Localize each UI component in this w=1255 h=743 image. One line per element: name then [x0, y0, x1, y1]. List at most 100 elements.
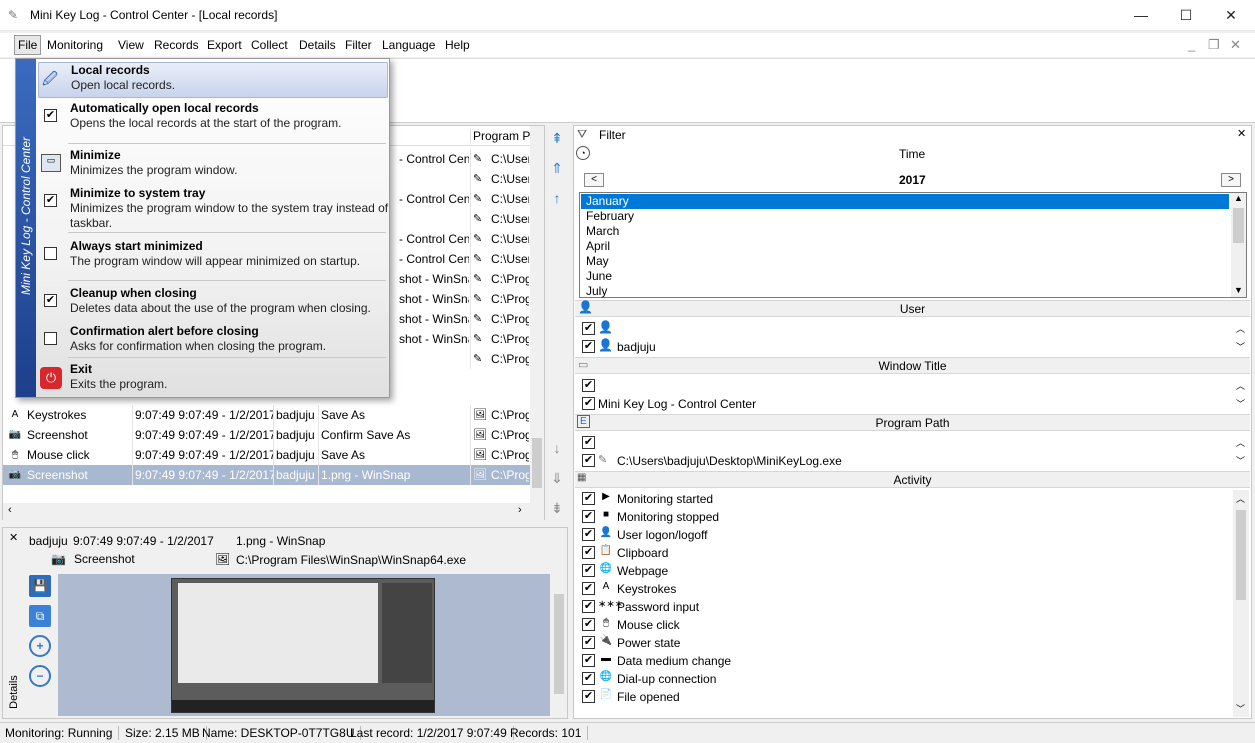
checkbox-unchecked[interactable] [44, 247, 57, 260]
month-list-scrollbar[interactable]: ▲ ▼ [1231, 193, 1246, 297]
prev-year-button[interactable]: < [584, 173, 604, 187]
row-time: 9:07:49 9:07:49 - 1/2/2017 [135, 448, 273, 462]
program-path-checkbox-0[interactable]: ✔ [582, 436, 595, 449]
next-year-button[interactable]: > [1221, 173, 1241, 187]
records-hscrollbar[interactable]: ‹ › [3, 503, 544, 520]
checkbox-checked[interactable]: ✔ [44, 109, 57, 122]
program-icon: ✎ [473, 253, 483, 265]
month-item[interactable]: March [581, 224, 1229, 239]
menu-item-exit[interactable]: ⏻ Exit Exits the program. [38, 362, 388, 394]
scroll-right-icon[interactable]: › [518, 504, 522, 516]
previous-record-icon[interactable]: ↑ [549, 190, 565, 206]
menu-records[interactable]: Records [154, 38, 199, 52]
window-title-checkbox-1[interactable]: ✔ [582, 397, 595, 410]
close-button[interactable]: ✕ [1208, 0, 1254, 31]
copy-icon[interactable]: ⧉ [29, 605, 51, 627]
month-item[interactable]: July [581, 284, 1229, 299]
first-record-icon[interactable]: ⇞ [549, 130, 565, 146]
activity-checkbox[interactable]: ✔ [582, 546, 595, 559]
activity-scrollbar[interactable]: ︿ ﹀ [1233, 490, 1249, 717]
mdi-minimize-icon[interactable]: _ [1188, 37, 1195, 52]
records-scroll-thumb[interactable] [532, 438, 542, 488]
window-title-checkbox-0[interactable]: ✔ [582, 379, 595, 392]
month-item[interactable]: January [581, 194, 1229, 209]
menu-item-minimize-to-tray[interactable]: ✔ Minimize to system tray Minimizes the pr… [38, 186, 388, 230]
maximize-button[interactable]: ☐ [1163, 0, 1209, 31]
menu-help[interactable]: Help [445, 38, 470, 52]
window-title-scroll-up-icon[interactable]: ︿ [1236, 379, 1245, 392]
activity-checkbox[interactable]: ✔ [582, 672, 595, 685]
activity-checkbox[interactable]: ✔ [582, 618, 595, 631]
menu-item-auto-open-local-records[interactable]: ✔ Automatically open local records Opens t… [38, 101, 388, 137]
month-list[interactable]: January February March April May June July ▲ ▼ [579, 192, 1247, 298]
save-icon[interactable]: 💾 [29, 575, 51, 597]
row-program-path: C:\User [491, 252, 529, 266]
menu-filter[interactable]: Filter [345, 38, 372, 52]
user-checkbox-1[interactable]: ✔ [582, 340, 595, 353]
menu-export[interactable]: Export [207, 38, 242, 52]
month-item[interactable]: February [581, 209, 1229, 224]
program-path-scroll-up-icon[interactable]: ︿ [1236, 436, 1245, 449]
month-item[interactable]: May [581, 254, 1229, 269]
checkbox-checked[interactable]: ✔ [44, 294, 57, 307]
next-record-icon[interactable]: ↓ [549, 440, 565, 456]
mdi-restore-icon[interactable]: ❐ [1208, 37, 1220, 53]
last-record-icon[interactable]: ⇟ [549, 500, 565, 516]
details-vscrollbar[interactable] [551, 574, 567, 716]
activity-checkbox[interactable]: ✔ [582, 564, 595, 577]
zoom-out-icon[interactable]: − [29, 665, 51, 687]
menu-item-cleanup-when-closing[interactable]: ✔ Cleanup when closing Deletes data about … [38, 286, 388, 318]
menu-item-local-records[interactable]: 🖉 Local records Open local records. [38, 62, 388, 98]
minimize-button[interactable]: — [1118, 0, 1164, 31]
menu-item-always-start-minimized[interactable]: Always start minimized The program window… [38, 239, 388, 271]
table-row[interactable]: 📷 Screenshot 9:07:49 9:07:49 - 1/2/2017 bad… [3, 425, 543, 445]
details-time: 9:07:49 9:07:49 - 1/2/2017 [73, 534, 214, 548]
filter-close-icon[interactable]: ✕ [1237, 127, 1246, 140]
mdi-close-icon[interactable]: ✕ [1230, 37, 1241, 53]
table-row[interactable]: 📷 Screenshot 9:07:49 9:07:49 - 1/2/2017 bad… [3, 465, 543, 485]
activity-checkbox[interactable]: ✔ [582, 510, 595, 523]
page-down-icon[interactable]: ⇓ [549, 470, 565, 486]
row-window-title: Save As [321, 448, 366, 462]
menu-details[interactable]: Details [299, 38, 336, 52]
program-path-checkbox-1[interactable]: ✔ [582, 454, 595, 467]
program-icon: 🖼 [473, 449, 487, 461]
page-up-icon[interactable]: ⇑ [549, 160, 565, 176]
activity-checkbox[interactable]: ✔ [582, 690, 595, 703]
user-scroll-up-icon[interactable]: ︿ [1236, 322, 1245, 335]
details-close-icon[interactable]: ✕ [9, 531, 18, 544]
row-user: badjuju [276, 468, 315, 482]
checkbox-unchecked[interactable] [44, 332, 57, 345]
row-window-title: - Control Cent [399, 252, 469, 266]
menu-monitoring[interactable]: Monitoring [47, 38, 103, 52]
local-records-icon: 🖉 [42, 71, 58, 88]
column-program-path[interactable]: Program P [470, 129, 530, 143]
table-row[interactable]: 🖱 Mouse click 9:07:49 9:07:49 - 1/2/2017 ba… [3, 445, 543, 465]
program-path-scroll-down-icon[interactable]: ﹀ [1236, 454, 1245, 467]
scroll-left-icon[interactable]: ‹ [8, 504, 12, 516]
menu-language[interactable]: Language [382, 38, 435, 52]
user-checkbox-0[interactable]: ✔ [582, 322, 595, 335]
checkbox-checked[interactable]: ✔ [44, 194, 57, 207]
activity-checkbox[interactable]: ✔ [582, 600, 595, 613]
activity-checkbox[interactable]: ✔ [582, 582, 595, 595]
table-row[interactable]: A Keystrokes 9:07:49 9:07:49 - 1/2/2017 bad… [3, 405, 543, 425]
window-title-scroll-down-icon[interactable]: ﹀ [1236, 397, 1245, 410]
activity-checkbox[interactable]: ✔ [582, 636, 595, 649]
window-title-section-label: Window Title [878, 359, 947, 373]
menu-item-confirmation-alert[interactable]: Confirmation alert before closing Asks fo… [38, 324, 388, 356]
records-vscrollbar[interactable] [530, 126, 544, 503]
month-item[interactable]: June [581, 269, 1229, 284]
screenshot-image[interactable] [171, 578, 435, 713]
menu-item-minimize[interactable]: ▭ Minimize Minimizes the program window. [38, 148, 388, 180]
activity-checkbox[interactable]: ✔ [582, 654, 595, 667]
activity-checkbox[interactable]: ✔ [582, 492, 595, 505]
menu-file[interactable]: File [14, 35, 42, 55]
menu-collect[interactable]: Collect [251, 38, 288, 52]
activity-icon: 🖱 [12, 449, 18, 460]
zoom-in-icon[interactable]: + [29, 635, 51, 657]
month-item[interactable]: April [581, 239, 1229, 254]
user-scroll-down-icon[interactable]: ﹀ [1236, 340, 1245, 353]
activity-checkbox[interactable]: ✔ [582, 528, 595, 541]
menu-view[interactable]: View [118, 38, 144, 52]
